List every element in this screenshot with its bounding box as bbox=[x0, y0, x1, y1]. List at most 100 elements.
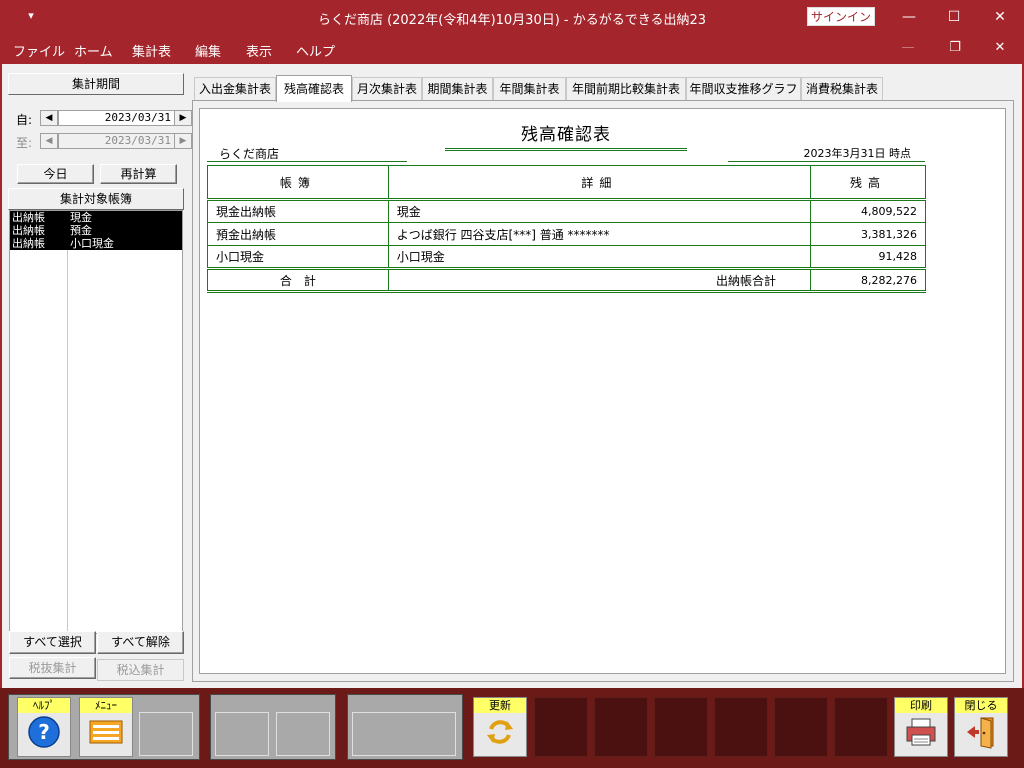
menu-button[interactable]: ﾒﾆｭｰ bbox=[79, 697, 133, 757]
cell-balance: 4,809,522 bbox=[810, 199, 926, 223]
period-label: 集計期間 bbox=[8, 73, 184, 95]
book-type: 出納帳 bbox=[12, 237, 45, 250]
tab-consumption-tax-summary[interactable]: 消費税集計表 bbox=[801, 77, 883, 100]
maximize-button[interactable]: ☐ bbox=[931, 0, 977, 34]
tax-included-button[interactable]: 税込集計 bbox=[97, 659, 184, 681]
empty-slot bbox=[714, 697, 768, 757]
to-prev-arrow-icon[interactable]: ◀ bbox=[40, 133, 58, 149]
total-balance: 8,282,276 bbox=[810, 267, 926, 293]
book-type: 出納帳 bbox=[12, 224, 45, 237]
header-detail: 詳細 bbox=[387, 165, 812, 200]
table-row: 現金出納帳 現金 4,809,522 bbox=[207, 199, 926, 223]
title-bar: ▾ らくだ商店 (2022年(令和4年)10月30日) - かるがるできる出納2… bbox=[0, 0, 1024, 34]
tab-income-expense-summary[interactable]: 入出金集計表 bbox=[194, 77, 276, 100]
close-button[interactable]: ✕ bbox=[977, 0, 1023, 34]
header-book: 帳簿 bbox=[207, 165, 389, 200]
cell-book: 現金出納帳 bbox=[207, 199, 389, 223]
print-label: 印刷 bbox=[895, 698, 947, 713]
list-column-divider bbox=[67, 211, 68, 633]
list-item[interactable]: 出納帳 現金 bbox=[10, 211, 182, 224]
empty-slot bbox=[654, 697, 708, 757]
system-menu-icon[interactable]: ▾ bbox=[24, 9, 38, 23]
refresh-icon bbox=[474, 715, 526, 755]
help-icon: ? bbox=[18, 715, 70, 755]
tab-period-summary[interactable]: 期間集計表 bbox=[422, 77, 493, 100]
menu-home[interactable]: ホーム bbox=[74, 41, 113, 60]
cell-detail: 小口現金 bbox=[387, 245, 812, 269]
empty-slot bbox=[215, 712, 269, 756]
close-window-button[interactable]: 閉じる bbox=[954, 697, 1008, 757]
menu-edit[interactable]: 編集 bbox=[195, 41, 221, 60]
help-label: ﾍﾙﾌﾟ bbox=[18, 698, 70, 713]
refresh-label: 更新 bbox=[474, 698, 526, 713]
cell-book: 小口現金 bbox=[207, 245, 389, 269]
from-label: 自: bbox=[16, 113, 33, 127]
mdi-minimize-button[interactable]: — bbox=[893, 40, 923, 55]
recalc-button[interactable]: 再計算 bbox=[100, 164, 177, 184]
empty-slot bbox=[139, 712, 193, 756]
header-balance: 残高 bbox=[810, 165, 926, 200]
book-name: 預金 bbox=[70, 224, 92, 237]
book-name: 小口現金 bbox=[70, 237, 114, 250]
close-label: 閉じる bbox=[955, 698, 1007, 713]
from-next-arrow-icon[interactable]: ▶ bbox=[174, 110, 192, 126]
tab-annual-comparison[interactable]: 年間前期比較集計表 bbox=[566, 77, 686, 100]
refresh-button[interactable]: 更新 bbox=[473, 697, 527, 757]
cell-detail: 現金 bbox=[387, 199, 812, 223]
menu-help[interactable]: ヘルプ bbox=[296, 41, 335, 60]
from-date-field[interactable]: 2023/03/31 bbox=[58, 110, 176, 126]
menu-icon bbox=[80, 715, 132, 755]
svg-text:?: ? bbox=[38, 720, 50, 744]
today-button[interactable]: 今日 bbox=[17, 164, 94, 184]
deselect-all-button[interactable]: すべて解除 bbox=[97, 631, 184, 654]
total-label: 合 計 bbox=[207, 267, 389, 293]
report-title: 残高確認表 bbox=[445, 120, 687, 151]
empty-slot bbox=[774, 697, 828, 757]
book-name: 現金 bbox=[70, 211, 92, 224]
empty-slot bbox=[594, 697, 648, 757]
as-of-date: 2023年3月31日 時点 bbox=[728, 145, 925, 162]
empty-slot bbox=[534, 697, 588, 757]
print-button[interactable]: 印刷 bbox=[894, 697, 948, 757]
menu-reports[interactable]: 集計表 bbox=[132, 41, 171, 60]
exit-door-icon bbox=[955, 715, 1007, 755]
empty-slot bbox=[834, 697, 888, 757]
mdi-restore-button[interactable]: ❐ bbox=[940, 40, 970, 55]
bottom-toolbar: ﾍﾙﾌﾟ ? ﾒﾆｭｰ 更新 印刷 閉じる bbox=[0, 688, 1024, 768]
to-label: 至: bbox=[16, 136, 33, 150]
printer-icon bbox=[895, 715, 947, 755]
target-books-list[interactable]: 出納帳 現金 出納帳 預金 出納帳 小口現金 bbox=[9, 210, 183, 634]
cell-balance: 3,381,326 bbox=[810, 222, 926, 246]
from-date-row: 自: ◀ 2023/03/31 ▶ bbox=[16, 110, 192, 127]
cell-detail: よつば銀行 四谷支店[***] 普通 ******* bbox=[387, 222, 812, 246]
tab-annual-summary[interactable]: 年間集計表 bbox=[493, 77, 566, 100]
cell-balance: 91,428 bbox=[810, 245, 926, 269]
empty-slot bbox=[352, 712, 456, 756]
to-next-arrow-icon[interactable]: ▶ bbox=[174, 133, 192, 149]
menu-view[interactable]: 表示 bbox=[246, 41, 272, 60]
to-date-field[interactable]: 2023/03/31 bbox=[58, 133, 176, 149]
menu-bar: ファイル ホーム 集計表 編集 表示 ヘルプ — ❐ ✕ bbox=[0, 34, 1024, 64]
table-row: 預金出納帳 よつば銀行 四谷支店[***] 普通 ******* 3,381,3… bbox=[207, 222, 926, 246]
balance-table: 帳簿 詳細 残高 現金出納帳 現金 4,809,522 預金出納帳 よつば銀行 … bbox=[207, 165, 926, 293]
tab-monthly-summary[interactable]: 月次集計表 bbox=[352, 77, 422, 100]
table-header-row: 帳簿 詳細 残高 bbox=[207, 165, 926, 200]
tab-annual-trend-graph[interactable]: 年間収支推移グラフ bbox=[686, 77, 801, 100]
tab-balance-check[interactable]: 残高確認表 bbox=[276, 75, 352, 102]
mdi-close-button[interactable]: ✕ bbox=[985, 40, 1015, 55]
signin-button[interactable]: サインイン bbox=[807, 7, 875, 26]
help-button[interactable]: ﾍﾙﾌﾟ ? bbox=[17, 697, 71, 757]
select-all-button[interactable]: すべて選択 bbox=[9, 631, 96, 654]
menu-file[interactable]: ファイル bbox=[13, 41, 65, 60]
list-item[interactable]: 出納帳 小口現金 bbox=[10, 237, 182, 250]
to-date-row: 至: ◀ 2023/03/31 ▶ bbox=[16, 133, 192, 150]
menu-label: ﾒﾆｭｰ bbox=[80, 698, 132, 713]
from-prev-arrow-icon[interactable]: ◀ bbox=[40, 110, 58, 126]
list-item[interactable]: 出納帳 預金 bbox=[10, 224, 182, 237]
target-books-label: 集計対象帳簿 bbox=[8, 188, 184, 210]
minimize-button[interactable]: — bbox=[886, 0, 932, 34]
table-row: 小口現金 小口現金 91,428 bbox=[207, 245, 926, 269]
total-detail: 出納帳合計 bbox=[387, 267, 812, 293]
tax-excluded-button[interactable]: 税抜集計 bbox=[9, 657, 96, 679]
empty-slot bbox=[276, 712, 330, 756]
